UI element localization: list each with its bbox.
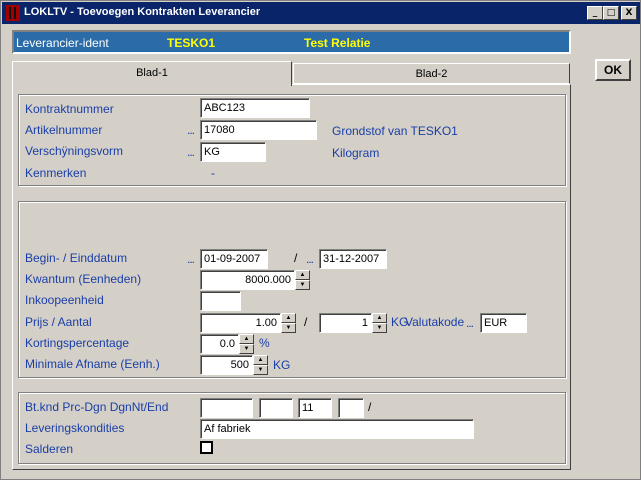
leveringskondities-label: Leveringskondities [25,421,125,435]
main-window: LOKLTV - Toevoegen Kontrakten Leverancie… [0,0,641,480]
maximize-button[interactable]: □ [603,6,619,20]
salderen-label: Salderen [25,442,74,456]
quantity-field[interactable]: 1 [319,313,372,333]
prijs-label: Prijs / Aantal [25,315,92,329]
kwantum-label: Kwantum (Eenheden) [25,272,142,286]
valutakode-field[interactable]: EUR [480,313,527,333]
ok-button[interactable]: OK [595,59,631,81]
close-button[interactable]: X [621,6,637,20]
btknd-field-3[interactable]: 11 [298,398,332,418]
minimale-afname-label: Minimale Afname (Eenh.) [25,357,160,371]
end-date-lookup-dots[interactable]: ... [306,252,314,266]
artikel-description: Grondstof van TESKO1 [332,124,458,138]
kwantum-spinner[interactable]: ▲ ▼ [295,270,310,290]
kontraktnummer-label: Kontraktnummer [25,102,114,116]
btknd-field-4[interactable] [338,398,364,418]
supplier-ident-label: Leverancier-ident [16,36,109,50]
btknd-separator: / [368,400,372,414]
leveringskondities-field[interactable]: Af fabriek [200,419,474,439]
kenmerken-label: Kenmerken [25,166,87,180]
btknd-label: Bt.knd Prc-Dgn DgnNt/End [25,400,169,414]
spin-up-icon[interactable]: ▲ [253,355,268,365]
spin-down-icon[interactable]: ▼ [253,365,268,375]
begin-date-field[interactable]: 01-09-2007 [200,249,268,269]
verschijningsvorm-field[interactable]: KG [200,142,266,162]
supplier-name: Test Relatie [304,36,371,50]
price-spinner[interactable]: ▲ ▼ [281,313,296,333]
app-icon [6,5,20,21]
datum-label: Begin- / Einddatum [25,251,128,265]
kwantum-field[interactable]: 8000.000 [200,270,295,290]
kontraktnummer-field[interactable]: ABC123 [200,98,310,118]
spin-down-icon[interactable]: ▼ [372,323,387,333]
verschijningsvorm-description: Kilogram [332,146,380,160]
minimize-button[interactable]: _ [587,6,603,20]
tab-blad-1[interactable]: Blad-1 [12,61,292,86]
supplier-code: TESKO1 [167,36,216,50]
window-title: LOKLTV - Toevoegen Kontrakten Leverancie… [24,6,261,18]
artikelnummer-label: Artikelnummer [25,123,103,137]
spin-down-icon[interactable]: ▼ [295,280,310,290]
korting-label: Kortingspercentage [25,336,130,350]
inkoopeenheid-field[interactable] [200,291,241,311]
kenmerken-value: - [211,166,215,180]
valutakode-lookup-dots[interactable]: ... [466,316,474,330]
date-separator: / [294,251,298,265]
spin-up-icon[interactable]: ▲ [239,334,254,344]
btknd-field-2[interactable] [259,398,293,418]
minimale-afname-unit: KG [273,358,291,372]
verschijningsvorm-lookup-dots[interactable]: ... [187,145,195,159]
price-separator: / [304,315,308,329]
valutakode-label: Valutakode [405,315,465,329]
spin-down-icon[interactable]: ▼ [281,323,296,333]
supplier-header: Leverancier-ident TESKO1 Test Relatie [12,30,571,54]
price-field[interactable]: 1.00 [200,313,281,333]
quantity-spinner[interactable]: ▲ ▼ [372,313,387,333]
artikelnummer-lookup-dots[interactable]: ... [187,123,195,137]
korting-field[interactable]: 0.0 [200,334,239,354]
spin-down-icon[interactable]: ▼ [239,344,254,354]
tab-blad-2[interactable]: Blad-2 [293,63,570,84]
btknd-field-1[interactable] [200,398,253,418]
artikelnummer-field[interactable]: 17080 [200,120,317,140]
begin-date-lookup-dots[interactable]: ... [187,252,195,266]
spin-up-icon[interactable]: ▲ [281,313,296,323]
minimale-afname-spinner[interactable]: ▲ ▼ [253,355,268,375]
end-date-field[interactable]: 31-12-2007 [319,249,387,269]
korting-unit: % [259,336,270,350]
inkoopeenheid-label: Inkoopeenheid [25,293,104,307]
title-bar[interactable]: LOKLTV - Toevoegen Kontrakten Leverancie… [2,2,640,24]
verschijningsvorm-label: Verschÿningsvorm [25,144,124,158]
salderen-checkbox[interactable] [200,441,213,454]
korting-spinner[interactable]: ▲ ▼ [239,334,254,354]
spin-up-icon[interactable]: ▲ [295,270,310,280]
minimale-afname-field[interactable]: 500 [200,355,253,375]
spin-up-icon[interactable]: ▲ [372,313,387,323]
